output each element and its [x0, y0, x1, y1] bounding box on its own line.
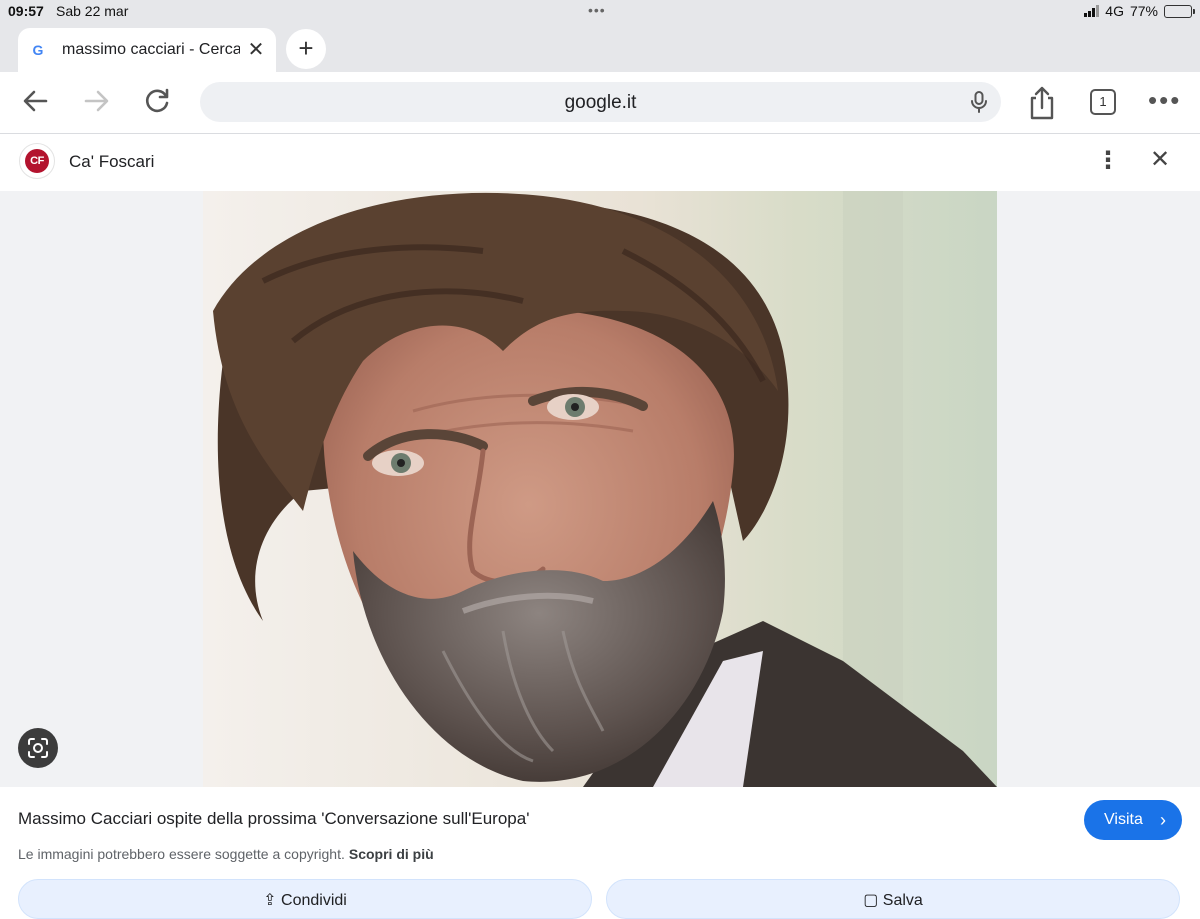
chevron-right-icon: › — [1160, 810, 1166, 830]
more-options-icon[interactable]: ••• — [1148, 86, 1181, 114]
microphone-icon[interactable] — [969, 91, 989, 113]
share-button[interactable]: ⇪ Condividi — [18, 879, 592, 919]
copyright-notice: Le immagini potrebbero essere soggette a… — [18, 846, 434, 862]
status-indicators: 4G 77% — [1084, 3, 1195, 19]
status-bar: 09:57 Sab 22 mar ••• 4G 77% — [0, 0, 1200, 24]
status-time: 09:57 — [8, 3, 44, 19]
source-logo-text: CF — [25, 149, 49, 173]
close-icon[interactable]: ✕ — [1148, 148, 1172, 173]
address-url: google.it — [564, 92, 637, 113]
image-preview-area — [0, 191, 1200, 787]
learn-more-link[interactable]: Scopri di più — [349, 846, 434, 862]
google-lens-button[interactable] — [18, 728, 58, 768]
tab-strip: G massimo cacciari - Cerca ✕ + — [0, 24, 1200, 72]
source-header: CF Ca' Foscari ⋮ ✕ — [0, 135, 1200, 191]
back-icon[interactable] — [18, 86, 52, 120]
tab-switcher-button[interactable]: 1 — [1090, 89, 1116, 115]
copyright-text: Le immagini potrebbero essere soggette a… — [18, 846, 345, 862]
kebab-menu-icon[interactable]: ⋮ — [1096, 149, 1120, 175]
browser-toolbar: google.it 1 ••• — [0, 72, 1200, 134]
portrait-photo[interactable] — [203, 191, 997, 787]
visit-label: Visita — [1104, 811, 1143, 828]
new-tab-button[interactable]: + — [286, 29, 326, 69]
cellular-signal-icon — [1084, 5, 1100, 17]
source-name[interactable]: Ca' Foscari — [69, 152, 154, 172]
source-logo[interactable]: CF — [19, 143, 55, 179]
share-small-icon: ⇪ — [263, 892, 282, 909]
result-details: Massimo Cacciari ospite della prossima '… — [0, 787, 1200, 919]
result-title[interactable]: Massimo Cacciari ospite della prossima '… — [18, 809, 529, 829]
address-bar[interactable]: google.it — [200, 82, 1001, 122]
battery-percent: 77% — [1129, 3, 1158, 19]
google-favicon-icon: G — [32, 42, 44, 58]
reload-icon[interactable] — [140, 86, 174, 120]
share-icon[interactable] — [1026, 86, 1060, 120]
save-label: Salva — [882, 892, 923, 909]
network-type: 4G — [1105, 3, 1124, 19]
tab-active[interactable]: G massimo cacciari - Cerca ✕ — [18, 28, 276, 72]
visit-button[interactable]: Visita › — [1084, 800, 1182, 840]
share-label: Condividi — [281, 892, 347, 909]
status-date: Sab 22 mar — [56, 3, 129, 19]
battery-icon — [1164, 4, 1195, 18]
forward-icon[interactable] — [80, 86, 114, 120]
lens-icon — [28, 738, 48, 758]
tab-title: massimo cacciari - Cerca — [62, 41, 240, 58]
tab-close-icon[interactable]: ✕ — [246, 40, 266, 60]
save-button[interactable]: ▢ Salva — [606, 879, 1180, 919]
multitasking-dots-icon[interactable]: ••• — [588, 2, 606, 18]
bookmark-icon: ▢ — [863, 892, 883, 909]
